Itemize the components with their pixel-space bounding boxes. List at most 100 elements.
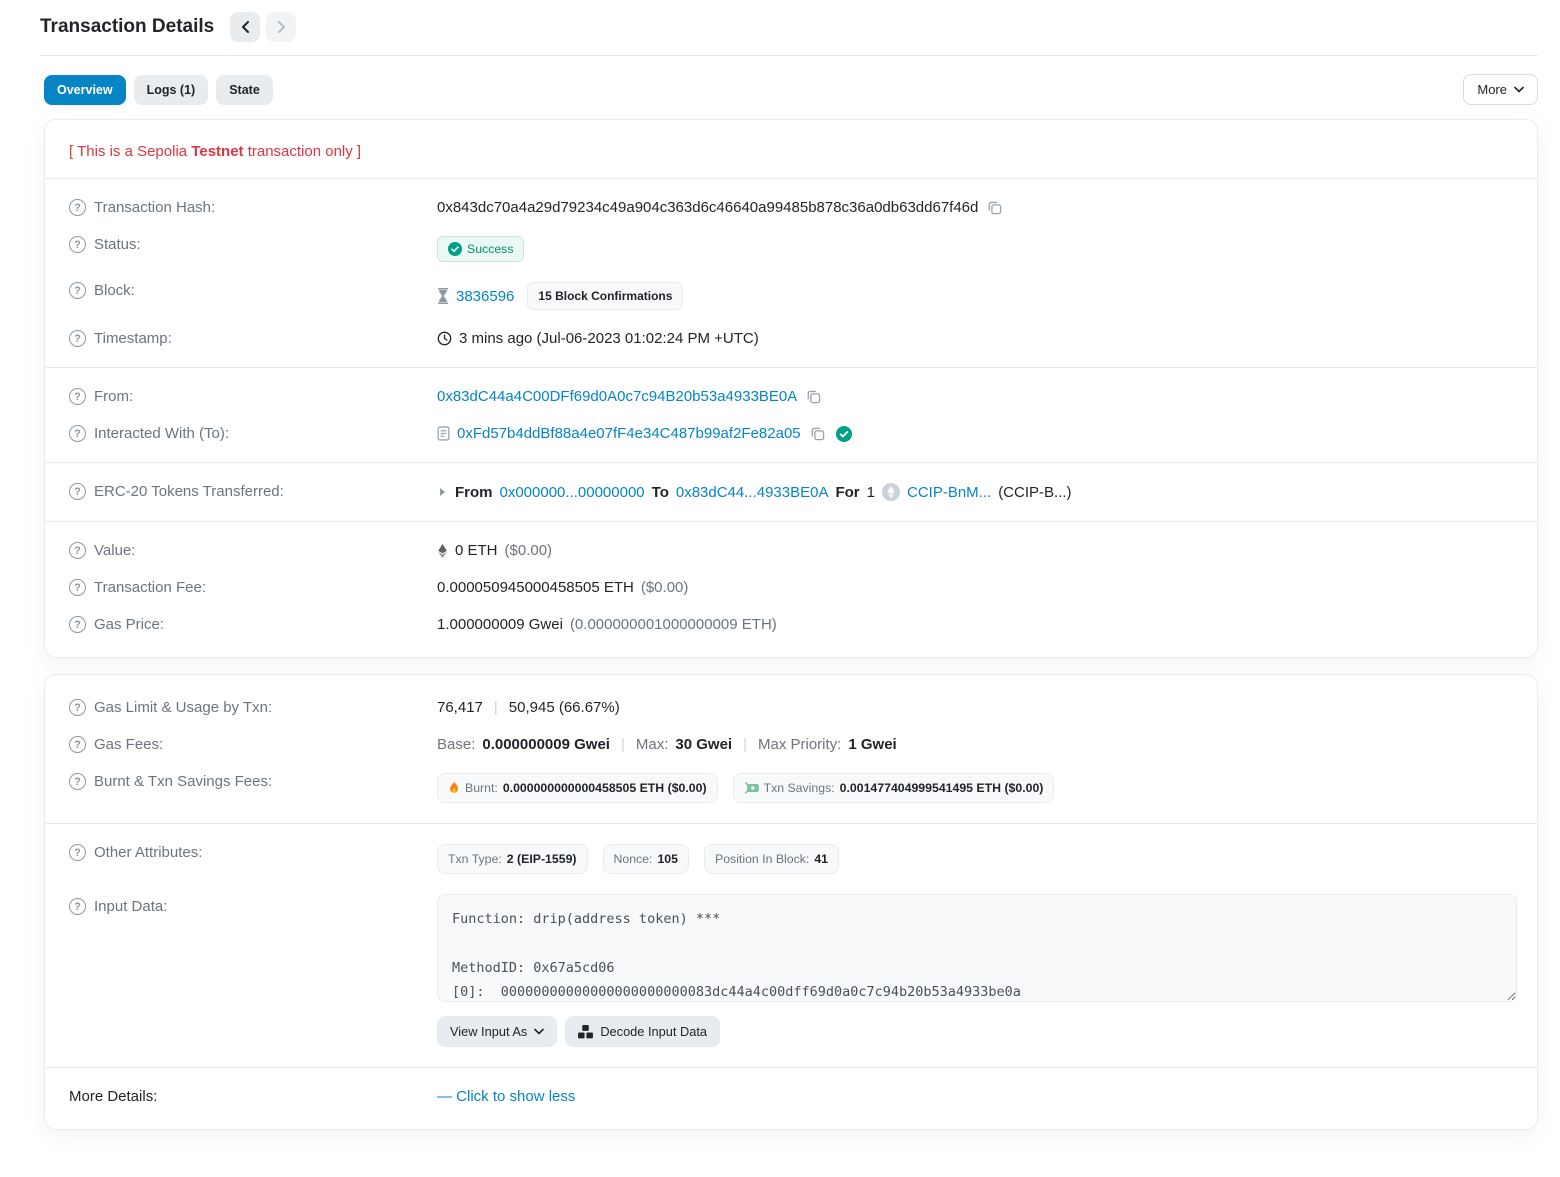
status-badge: Success xyxy=(437,236,524,262)
separator: | xyxy=(739,736,751,753)
more-details-row: More Details: — Click to show less xyxy=(69,1078,1517,1115)
position-in-block-label: Position In Block: xyxy=(715,852,809,866)
collapse-transfers-button[interactable] xyxy=(437,487,448,497)
burnt-fee-badge: Burnt: 0.000000000000458505 ETH ($0.00) xyxy=(437,773,718,803)
input-data-actions: View Input As Decode Input Data xyxy=(437,1016,1517,1047)
hourglass-icon xyxy=(437,288,449,304)
help-icon[interactable]: ? xyxy=(69,330,86,347)
max-priority-fee-label: Max Priority: xyxy=(758,736,841,753)
gas-fees-label-group: ? Gas Fees: xyxy=(69,736,437,753)
testnet-warning: [ This is a Sepolia Testnet transaction … xyxy=(69,134,1517,168)
nonce-label: Nonce: xyxy=(614,852,653,866)
help-icon[interactable]: ? xyxy=(69,388,86,405)
verified-check-icon xyxy=(836,426,852,442)
tab-overview[interactable]: Overview xyxy=(44,75,126,105)
max-priority-fee-value: 1 Gwei xyxy=(848,736,896,753)
transfer-from-address-link[interactable]: 0x000000...00000000 xyxy=(500,484,645,501)
transaction-fee-usd: ($0.00) xyxy=(641,579,689,596)
next-transaction-button[interactable] xyxy=(266,12,296,42)
status-badge-text: Success xyxy=(467,242,513,256)
timestamp-label: Timestamp: xyxy=(94,330,172,347)
help-icon[interactable]: ? xyxy=(69,736,86,753)
chevron-down-icon xyxy=(534,1028,544,1035)
token-name-link[interactable]: CCIP-BnM... xyxy=(907,484,991,501)
value-label: Value: xyxy=(94,542,135,559)
status-label: Status: xyxy=(94,236,141,253)
other-attributes-row: ? Other Attributes: Txn Type: 2 (EIP-155… xyxy=(69,834,1517,884)
gas-limit-value: 76,417 xyxy=(437,699,483,716)
txn-type-label: Txn Type: xyxy=(448,852,502,866)
txn-savings-label: Txn Savings: xyxy=(764,781,835,795)
view-input-as-button[interactable]: View Input As xyxy=(437,1016,557,1047)
status-label-group: ? Status: xyxy=(69,236,437,253)
decode-cubes-icon xyxy=(578,1025,593,1039)
chevron-left-icon xyxy=(241,21,250,33)
testnet-warning-prefix: [ This is a Sepolia xyxy=(69,143,191,160)
interacted-with-label-group: ? Interacted With (To): xyxy=(69,425,437,442)
burnt-savings-label: Burnt & Txn Savings Fees: xyxy=(94,773,272,790)
help-icon[interactable]: ? xyxy=(69,579,86,596)
view-input-as-label: View Input As xyxy=(450,1024,527,1039)
erc20-transfers-row: ? ERC-20 Tokens Transferred: From 0x0000… xyxy=(69,473,1517,511)
transfer-amount: 1 xyxy=(867,484,875,501)
help-icon[interactable]: ? xyxy=(69,699,86,716)
show-less-link[interactable]: — Click to show less xyxy=(437,1088,575,1105)
tab-logs[interactable]: Logs (1) xyxy=(134,75,209,105)
gas-price-value: 1.000000009 Gwei xyxy=(437,616,563,633)
decode-input-data-button[interactable]: Decode Input Data xyxy=(565,1016,720,1047)
gas-limit-label: Gas Limit & Usage by Txn: xyxy=(94,699,272,716)
value-label-group: ? Value: xyxy=(69,542,437,559)
help-icon[interactable]: ? xyxy=(69,236,86,253)
help-icon[interactable]: ? xyxy=(69,282,86,299)
help-icon[interactable]: ? xyxy=(69,199,86,216)
transaction-hash-value: 0x843dc70a4a29d79234c49a904c363d6c46640a… xyxy=(437,199,978,216)
help-icon[interactable]: ? xyxy=(69,483,86,500)
help-icon[interactable]: ? xyxy=(69,773,86,790)
more-details-label-group: More Details: xyxy=(69,1088,437,1105)
gas-usage-value: 50,945 (66.67%) xyxy=(509,699,620,716)
divider xyxy=(45,462,1537,463)
transaction-details-page: Transaction Details Overview Logs (1) St… xyxy=(0,0,1560,1154)
block-number-link[interactable]: 3836596 xyxy=(456,288,514,305)
decode-input-data-label: Decode Input Data xyxy=(600,1024,707,1039)
more-dropdown-button[interactable]: More xyxy=(1463,74,1538,105)
previous-transaction-button[interactable] xyxy=(230,12,260,42)
transaction-hash-label: Transaction Hash: xyxy=(94,199,215,216)
help-icon[interactable]: ? xyxy=(69,425,86,442)
tab-state[interactable]: State xyxy=(216,75,273,105)
interacted-with-address-link[interactable]: 0xFd57b4ddBf88a4e07fF4e34C487b99af2Fe82a… xyxy=(457,425,801,442)
check-circle-icon xyxy=(448,242,462,256)
divider xyxy=(45,1067,1537,1068)
burnt-fee-label: Burnt: xyxy=(465,781,498,795)
input-data-textarea[interactable]: Function: drip(address token) *** Method… xyxy=(437,894,1517,1002)
nonce-badge: Nonce: 105 xyxy=(603,844,690,874)
copy-icon xyxy=(806,389,821,404)
value-row: ? Value: 0 ETH ($0.00) xyxy=(69,532,1517,569)
copy-to-address-button[interactable] xyxy=(808,426,827,441)
tab-bar: Overview Logs (1) State More xyxy=(44,74,1538,105)
transaction-fee-label-group: ? Transaction Fee: xyxy=(69,579,437,596)
help-icon[interactable]: ? xyxy=(69,542,86,559)
copy-from-address-button[interactable] xyxy=(804,389,823,404)
gas-fees-label: Gas Fees: xyxy=(94,736,163,753)
help-icon[interactable]: ? xyxy=(69,616,86,633)
gas-price-row: ? Gas Price: 1.000000009 Gwei (0.0000000… xyxy=(69,606,1517,643)
transfer-to-address-link[interactable]: 0x83dC44...4933BE0A xyxy=(676,484,829,501)
help-icon[interactable]: ? xyxy=(69,898,86,915)
value-usd: ($0.00) xyxy=(505,542,553,559)
transaction-hash-row: ? Transaction Hash: 0x843dc70a4a29d79234… xyxy=(69,189,1517,226)
timestamp-label-group: ? Timestamp: xyxy=(69,330,437,347)
separator: | xyxy=(490,699,502,716)
copy-hash-button[interactable] xyxy=(985,200,1004,215)
help-icon[interactable]: ? xyxy=(69,844,86,861)
from-address-link[interactable]: 0x83dC44a4C00DFf69d0A0c7c94B20b53a4933BE… xyxy=(437,388,797,405)
other-attributes-label: Other Attributes: xyxy=(94,844,202,861)
block-confirmations-badge: 15 Block Confirmations xyxy=(527,282,683,310)
transaction-fee-row: ? Transaction Fee: 0.000050945000458505 … xyxy=(69,569,1517,606)
gas-fees-row: ? Gas Fees: Base: 0.000000009 Gwei | Max… xyxy=(69,726,1517,763)
token-icon xyxy=(882,483,900,501)
transaction-fee-value: 0.000050945000458505 ETH xyxy=(437,579,634,596)
page-header: Transaction Details xyxy=(40,0,1538,56)
txn-savings-value: 0.001477404999541495 ETH ($0.00) xyxy=(840,781,1044,795)
txn-type-badge: Txn Type: 2 (EIP-1559) xyxy=(437,844,588,874)
